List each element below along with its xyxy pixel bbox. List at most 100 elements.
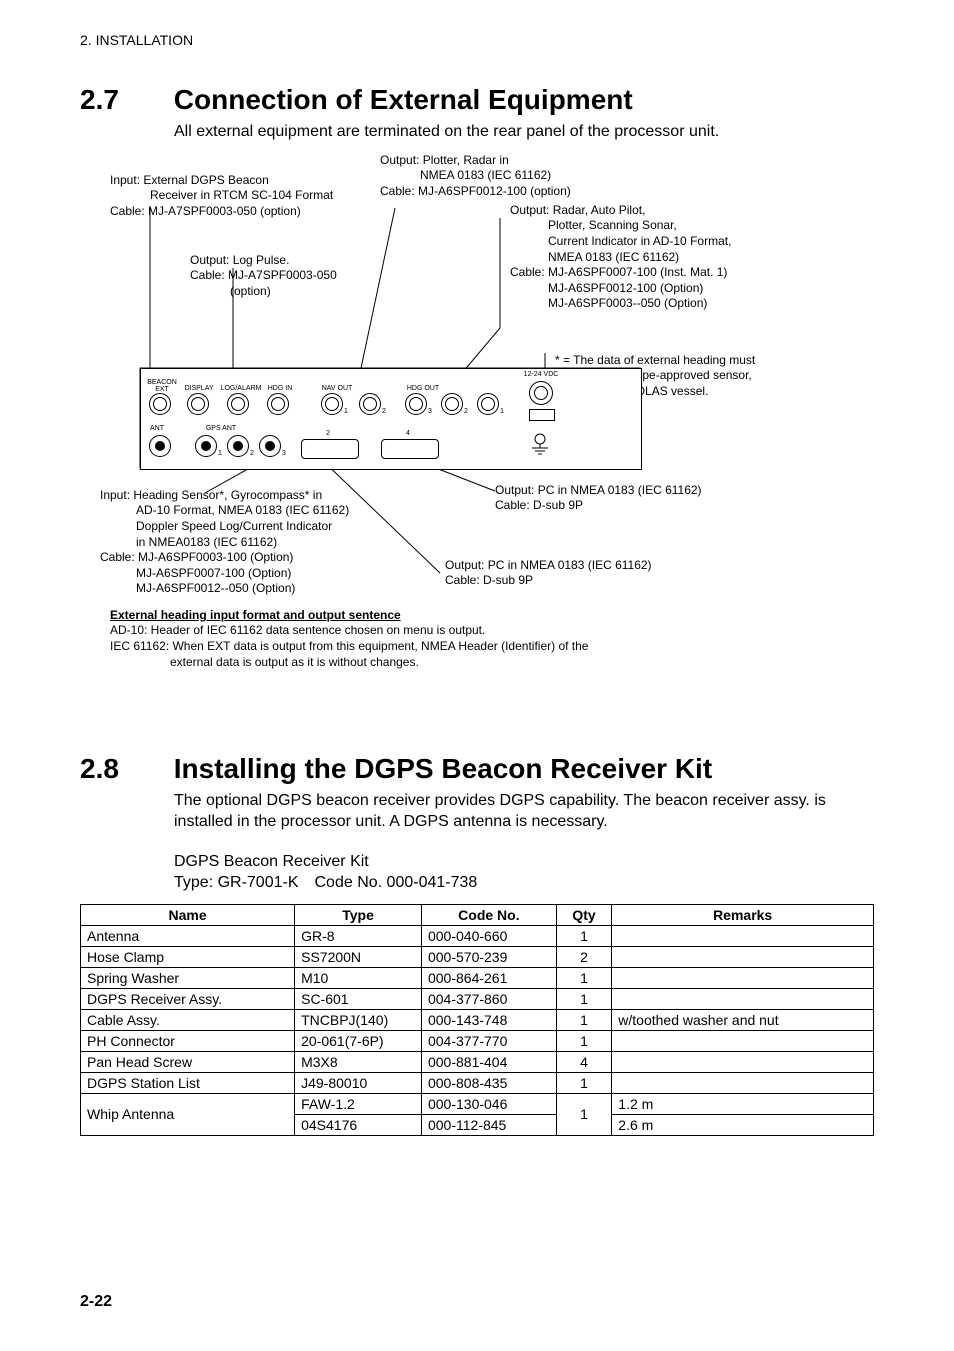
section-2-8-para: The optional DGPS beacon receiver provid… <box>174 791 874 833</box>
port-nav-out-1 <box>321 393 343 415</box>
table-row: AntennaGR-8000-040-6601 <box>81 925 874 946</box>
cell-name: Spring Washer <box>81 967 295 988</box>
cell-name: DGPS Station List <box>81 1072 295 1093</box>
cell-name: Pan Head Screw <box>81 1051 295 1072</box>
section-2-7-intro: All external equipment are terminated on… <box>174 122 874 143</box>
port-gps-ant-2 <box>227 435 249 457</box>
cell-qty: 1 <box>556 925 612 946</box>
cell-code: 000-040-660 <box>421 925 556 946</box>
kit-type-line: Type: GR-7001-K Code No. 000-041-738 <box>174 874 477 891</box>
port-dsub-num-4: 4 <box>406 429 410 438</box>
cell-qty: 1 <box>556 988 612 1009</box>
cell-code: 000-864-261 <box>421 967 556 988</box>
cell-code: 004-377-860 <box>421 988 556 1009</box>
cell-qty: 1 <box>556 1093 612 1135</box>
cell-code: 000-808-435 <box>421 1072 556 1093</box>
port-label-gps-ant: GPS ANT <box>201 425 241 432</box>
running-header: 2. INSTALLATION <box>80 32 874 48</box>
cell-qty: 1 <box>556 1030 612 1051</box>
lbl-log-pulse-2: Cable: MJ-A7SPF0003-050 <box>190 268 337 282</box>
cell-type: J49-80010 <box>295 1072 422 1093</box>
section-2-7-heading: 2.7 Connection of External Equipment <box>80 84 874 116</box>
cell-remarks <box>612 946 874 967</box>
cell-remarks <box>612 967 874 988</box>
cell-remarks <box>612 988 874 1009</box>
cell-remarks <box>612 1072 874 1093</box>
port-ant <box>149 435 171 457</box>
th-qty: Qty <box>556 904 612 925</box>
section-2-7-title: Connection of External Equipment <box>174 84 633 115</box>
port-dsub-4 <box>381 439 439 459</box>
table-row: Whip AntennaFAW-1.2000-130-04611.2 m <box>81 1093 874 1114</box>
cell-remarks: 1.2 m <box>612 1093 874 1114</box>
cell-remarks <box>612 1051 874 1072</box>
port-gps-ant-num-3: 3 <box>282 449 286 458</box>
lbl-star-note-1: * = The data of external heading must <box>555 353 755 367</box>
lbl-radar-autopilot-2: Plotter, Scanning Sonar, <box>510 218 677 232</box>
port-dsub-2 <box>301 439 359 459</box>
cell-code: 000-881-404 <box>421 1051 556 1072</box>
cell-type: SS7200N <box>295 946 422 967</box>
lbl-plotter-radar-2: NMEA 0183 (IEC 61162) <box>380 168 551 182</box>
port-gps-ant-num-1: 1 <box>218 449 222 458</box>
port-label-display: DISPLAY <box>181 385 217 392</box>
cell-qty: 4 <box>556 1051 612 1072</box>
port-gps-ant-num-2: 2 <box>250 449 254 458</box>
lbl-heading-sensor-4: in NMEA0183 (IEC 61162) <box>100 535 277 549</box>
cell-qty: 1 <box>556 967 612 988</box>
port-label-log-alarm: LOG/ALARM <box>219 385 263 392</box>
kit-name: DGPS Beacon Receiver Kit <box>174 853 369 870</box>
port-hdg-out-num-2: 2 <box>464 407 468 416</box>
lbl-heading-sensor-3: Doppler Speed Log/Current Indicator <box>100 519 332 533</box>
lbl-log-pulse-3: (option) <box>190 284 271 298</box>
lbl-log-pulse-1: Output: Log Pulse. <box>190 253 289 267</box>
lbl-heading-sensor-7: MJ-A6SPF0012--050 (Option) <box>100 581 295 595</box>
cell-name: DGPS Receiver Assy. <box>81 988 295 1009</box>
lbl-heading-sensor-1: Input: Heading Sensor*, Gyrocompass* in <box>100 488 322 502</box>
cell-remarks <box>612 925 874 946</box>
lbl-pc-out-1b: Cable: D-sub 9P <box>495 498 583 512</box>
cell-type: M10 <box>295 967 422 988</box>
lbl-radar-autopilot-4: NMEA 0183 (IEC 61162) <box>510 250 679 264</box>
lbl-heading-sensor-5: Cable: MJ-A6SPF0003-100 (Option) <box>100 550 293 564</box>
table-row: PH Connector20-061(7-6P)004-377-7701 <box>81 1030 874 1051</box>
cell-code: 004-377-770 <box>421 1030 556 1051</box>
cell-remarks: 2.6 m <box>612 1114 874 1135</box>
cell-name: PH Connector <box>81 1030 295 1051</box>
table-row: Pan Head ScrewM3X8000-881-4044 <box>81 1051 874 1072</box>
rear-panel-box: BEACON EXT DISPLAY LOG/ALARM HDG IN NAV … <box>140 368 642 470</box>
cell-type: 04S4176 <box>295 1114 422 1135</box>
cell-qty: 1 <box>556 1072 612 1093</box>
port-label-hdg-in: HDG IN <box>265 385 295 392</box>
cell-type: GR-8 <box>295 925 422 946</box>
section-2-8-number: 2.8 <box>80 753 166 785</box>
port-hdg-out-1 <box>477 393 499 415</box>
lbl-plotter-radar-3: Cable: MJ-A6SPF0012-100 (option) <box>380 184 571 198</box>
cell-name: Hose Clamp <box>81 946 295 967</box>
parts-table: Name Type Code No. Qty Remarks AntennaGR… <box>80 904 874 1136</box>
port-label-beacon-ext: BEACON EXT <box>145 379 179 393</box>
table-row: DGPS Station ListJ49-80010000-808-4351 <box>81 1072 874 1093</box>
ground-icon <box>526 433 554 457</box>
port-power <box>529 381 553 405</box>
port-hdg-out-3 <box>405 393 427 415</box>
lbl-pc-out-2b: Cable: D-sub 9P <box>445 573 533 587</box>
lbl-plotter-radar-1: Output: Plotter, Radar in <box>380 153 509 167</box>
port-nav-out-num-1: 1 <box>344 407 348 416</box>
section-2-8-heading: 2.8 Installing the DGPS Beacon Receiver … <box>80 753 874 785</box>
port-nav-out-num-2: 2 <box>382 407 386 416</box>
page-number: 2-22 <box>80 1293 112 1311</box>
fuse-icon <box>529 409 555 421</box>
section-2-8-title: Installing the DGPS Beacon Receiver Kit <box>174 753 712 784</box>
diagram-notes-line1: AD-10: Header of IEC 61162 data sentence… <box>110 623 485 637</box>
port-beacon-ext <box>149 393 171 415</box>
diagram-notes-line2: IEC 61162: When EXT data is output from … <box>110 639 588 653</box>
table-row: Cable Assy.TNCBPJ(140)000-143-7481w/toot… <box>81 1009 874 1030</box>
table-row: Hose ClampSS7200N000-570-2392 <box>81 946 874 967</box>
table-row: Spring WasherM10000-864-2611 <box>81 967 874 988</box>
cell-qty: 2 <box>556 946 612 967</box>
table-row: DGPS Receiver Assy.SC-601004-377-8601 <box>81 988 874 1009</box>
port-hdg-in <box>267 393 289 415</box>
th-name: Name <box>81 904 295 925</box>
cell-name: Whip Antenna <box>81 1093 295 1135</box>
